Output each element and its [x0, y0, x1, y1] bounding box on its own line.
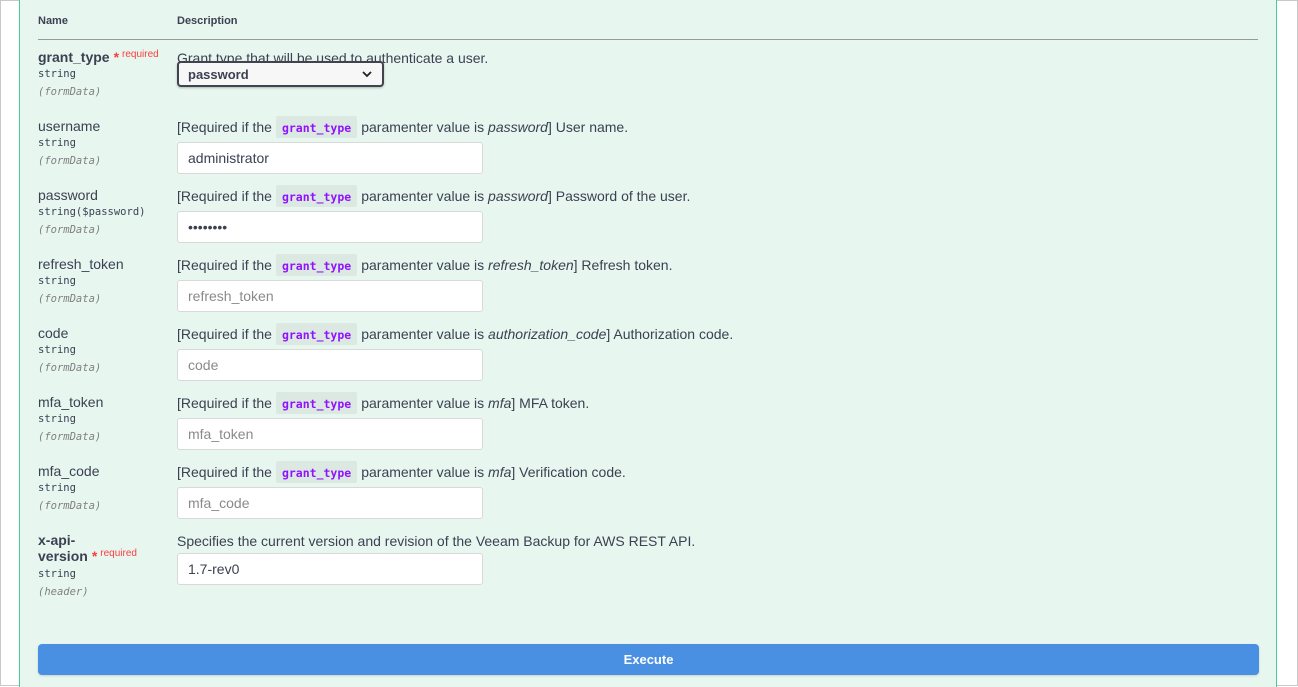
grant-type-selected-value: password [188, 66, 249, 82]
param-name: code [38, 325, 69, 341]
param-type: string [38, 275, 76, 287]
refresh-token-input[interactable]: refresh_token [177, 280, 483, 312]
param-description: [Required if the grant_type paramenter val… [177, 392, 589, 414]
grant-type-code: grant_type [275, 461, 358, 483]
param-name: refresh_token [38, 256, 124, 272]
param-name: mfa_token [38, 394, 104, 410]
password-input[interactable]: •••••••• [177, 211, 483, 243]
param-location: (formData) [38, 293, 102, 305]
param-location: (formData) [38, 362, 102, 374]
grant-type-code: grant_type [275, 323, 358, 345]
param-type: string [38, 482, 76, 494]
param-type: string [38, 137, 76, 149]
required-star: * [113, 49, 120, 65]
param-name: grant_type * required [38, 49, 159, 65]
grant-type-code: grant_type [275, 254, 358, 276]
param-description: [Required if the grant_type paramenter val… [177, 461, 626, 483]
param-location: (formData) [38, 500, 102, 512]
param-name: username [38, 118, 101, 134]
param-location: (formData) [38, 86, 102, 98]
param-name: x-api- version * required [38, 532, 137, 564]
param-type: string($password) [38, 206, 146, 218]
required-label: required [100, 548, 137, 559]
execute-button[interactable]: Execute [38, 644, 1259, 675]
param-type: string [38, 344, 76, 356]
header-divider [38, 39, 1258, 40]
param-name: password [38, 187, 98, 203]
grant-type-select[interactable]: password [177, 61, 384, 87]
mfa-code-input[interactable]: mfa_code [177, 487, 483, 519]
required-label: required [122, 49, 159, 60]
param-location: (formData) [38, 224, 102, 236]
mfa-token-input[interactable]: mfa_token [177, 418, 483, 450]
x-api-version-input[interactable]: 1.7-rev0 [177, 553, 483, 585]
param-location: (formData) [38, 155, 102, 167]
required-star: * [91, 548, 98, 564]
param-name: mfa_code [38, 463, 100, 479]
param-type: string [38, 68, 76, 80]
username-input[interactable]: administrator [177, 142, 483, 174]
param-location: (header) [38, 586, 89, 598]
param-location: (formData) [38, 431, 102, 443]
code-input[interactable]: code [177, 349, 483, 381]
grant-type-code: grant_type [275, 116, 358, 138]
chevron-down-icon [362, 71, 372, 78]
column-header-description: Description [177, 15, 238, 27]
param-description: [Required if the grant_type paramenter val… [177, 323, 733, 345]
param-description: [Required if the grant_type paramenter val… [177, 185, 690, 207]
grant-type-code: grant_type [275, 392, 358, 414]
grant-type-code: grant_type [275, 185, 358, 207]
param-description: [Required if the grant_type paramenter val… [177, 116, 628, 138]
param-description: Specifies the current version and revisi… [177, 533, 696, 549]
param-type: string [38, 413, 76, 425]
param-type: string [38, 568, 76, 580]
param-description: [Required if the grant_type paramenter val… [177, 254, 672, 276]
column-header-name: Name [38, 15, 68, 27]
